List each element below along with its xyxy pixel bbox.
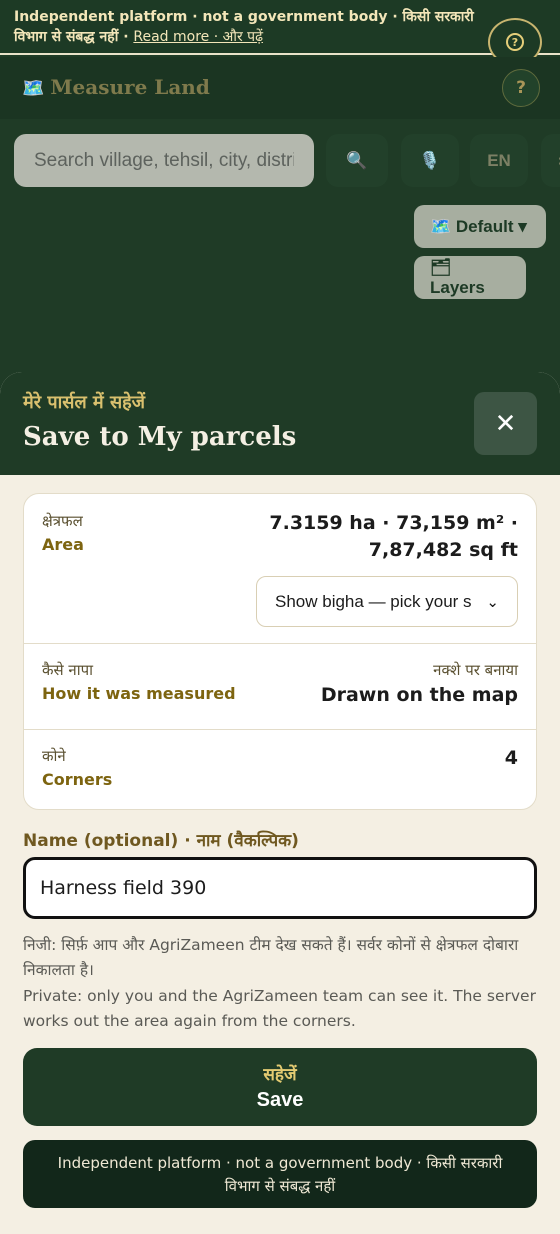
save-parcel-sheet: मेरे पार्सल में सहेजें Save to My parcel…	[0, 372, 560, 1234]
area-value-metric: 7.3159 ha · 73,159 m² ·	[269, 512, 518, 534]
disclaimer-banner: Independent platform · not a government …	[0, 0, 560, 55]
corners-value: 4	[504, 747, 518, 769]
save-button[interactable]: सहेजें Save	[23, 1048, 537, 1126]
parcel-details-card: क्षेत्रफल Area 7.3159 ha · 73,159 m² · 7…	[23, 493, 537, 810]
parcel-name-input[interactable]	[23, 857, 537, 919]
privacy-note: Private: only you and the AgriZameen tea…	[23, 987, 536, 1030]
app-header: 🗺️ Measure Land ?	[0, 57, 560, 119]
bigha-select-value: Show bigha — pick your s	[275, 591, 472, 611]
brand-logo[interactable]: 🗺️ Measure Land	[22, 75, 210, 99]
more-button[interactable]: ›	[541, 134, 560, 187]
corners-row: कोने Corners 4	[24, 730, 536, 809]
brand-name: Measure Land	[50, 75, 210, 99]
basemap-dropdown[interactable]: 🗺️ Default ▾	[414, 205, 546, 248]
sheet-header: मेरे पार्सल में सहेजें Save to My parcel…	[0, 372, 560, 475]
area-value: 7.3159 ha · 73,159 m² · 7,87,482 sq ft	[269, 510, 518, 564]
question-circle-icon: ?	[506, 33, 524, 51]
footer-disclaimer: Independent platform · not a government …	[23, 1140, 537, 1208]
save-label-hindi: सहेजें	[263, 1065, 297, 1084]
close-button[interactable]: ✕	[474, 392, 537, 455]
help-button[interactable]: ?	[502, 69, 540, 107]
method-value-hindi: नक्शे पर बनाया	[433, 661, 518, 679]
close-icon: ✕	[494, 408, 517, 438]
corners-label-hindi: कोने	[42, 747, 66, 765]
layers-button[interactable]: 🗂 Layers	[414, 256, 526, 299]
name-field-label: Name (optional) · नाम (वैकल्पिक)	[23, 831, 299, 851]
read-more-link[interactable]: Read more · और पढ़ें	[133, 29, 263, 45]
search-input[interactable]	[14, 134, 314, 187]
method-value: Drawn on the map	[320, 684, 518, 706]
voice-search-button[interactable]: 🎙️	[401, 134, 459, 187]
area-row: क्षेत्रफल Area 7.3159 ha · 73,159 m² · 7…	[24, 494, 536, 644]
chevron-down-icon: ⌄	[486, 593, 499, 611]
area-value-sqft: 7,87,482 sq ft	[368, 539, 518, 561]
language-toggle[interactable]: EN	[470, 134, 528, 187]
map-canvas[interactable]: 🔍 🎙️ EN › 🗺️ Default ▾ 🗂 Layers	[0, 119, 560, 379]
method-label-hindi: कैसे नापा	[42, 661, 94, 679]
method-row: कैसे नापा How it was measured नक्शे पर ब…	[24, 644, 536, 730]
map-icon: 🗺️	[22, 78, 45, 99]
privacy-note-hindi: निजी: सिर्फ़ आप और AgriZameen टीम देख सक…	[23, 936, 519, 979]
search-button[interactable]: 🔍	[326, 134, 388, 187]
bigha-select[interactable]: Show bigha — pick your s ⌄	[256, 576, 518, 627]
method-label: How it was measured	[42, 684, 236, 703]
corners-label: Corners	[42, 770, 113, 789]
microphone-icon: 🎙️	[419, 150, 441, 171]
area-label: Area	[42, 535, 84, 554]
save-label: Save	[256, 1089, 304, 1111]
search-icon: 🔍	[346, 150, 368, 171]
area-label-hindi: क्षेत्रफल	[42, 512, 83, 530]
